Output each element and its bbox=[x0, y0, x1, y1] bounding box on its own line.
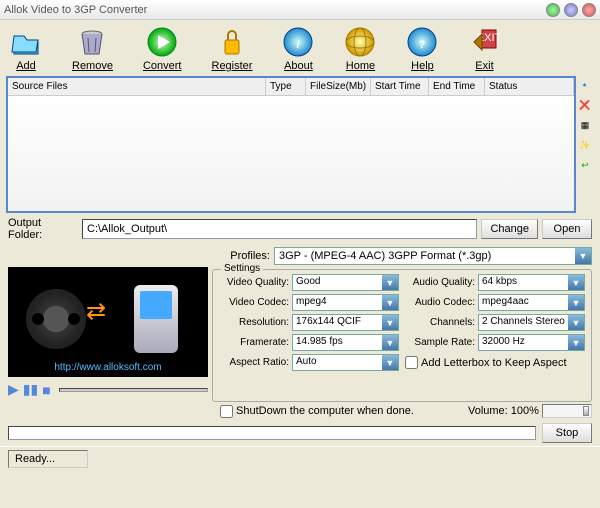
exit-button[interactable]: EXIT Exit bbox=[468, 26, 500, 72]
film-reel-icon bbox=[26, 289, 86, 349]
preview-panel: ⇄ http://www.alloksoft.com ▶ ▮▮ ■ bbox=[8, 267, 208, 402]
profiles-label: Profiles: bbox=[220, 250, 270, 262]
status-bar: Ready... bbox=[0, 446, 600, 471]
window-controls bbox=[546, 3, 596, 17]
chevron-down-icon: ▼ bbox=[382, 335, 398, 350]
pause-btn[interactable]: ▮▮ bbox=[23, 381, 38, 398]
convert-button[interactable]: Convert bbox=[143, 26, 182, 72]
svg-text:?: ? bbox=[419, 39, 426, 51]
shutdown-checkbox[interactable] bbox=[220, 405, 233, 418]
play-btn[interactable]: ▶ bbox=[8, 381, 19, 398]
col-end[interactable]: End Time bbox=[429, 78, 485, 95]
main-toolbar: Add Remove Convert Register i About Home… bbox=[0, 20, 600, 74]
aspect-combo[interactable]: Auto▼ bbox=[292, 354, 399, 371]
stop-btn[interactable]: ■ bbox=[42, 382, 50, 398]
add-button[interactable]: Add bbox=[10, 26, 42, 72]
chevron-down-icon: ▼ bbox=[568, 295, 584, 310]
open-button[interactable]: Open bbox=[542, 219, 592, 239]
file-list[interactable]: Source Files Type FileSize(Mb) Start Tim… bbox=[6, 76, 576, 213]
minimize-button[interactable] bbox=[546, 3, 560, 17]
side-btn-1[interactable]: 🔹 bbox=[578, 80, 592, 94]
status-text: Ready... bbox=[8, 450, 88, 468]
chevron-down-icon: ▼ bbox=[568, 315, 584, 330]
col-status[interactable]: Status bbox=[485, 78, 574, 95]
col-size[interactable]: FileSize(Mb) bbox=[306, 78, 371, 95]
output-folder-input[interactable] bbox=[82, 219, 477, 239]
titlebar: Allok Video to 3GP Converter bbox=[0, 0, 600, 20]
play-icon bbox=[146, 26, 178, 58]
lock-icon bbox=[216, 26, 248, 58]
bottom-options: ShutDown the computer when done. Volume:… bbox=[0, 402, 600, 420]
chevron-down-icon: ▼ bbox=[382, 275, 398, 290]
video-codec-combo[interactable]: mpeg4▼ bbox=[292, 294, 399, 311]
close-button[interactable] bbox=[582, 3, 596, 17]
folder-add-icon bbox=[10, 26, 42, 58]
remove-button[interactable]: Remove bbox=[72, 26, 113, 72]
exit-icon: EXIT bbox=[468, 26, 500, 58]
output-folder-row: Output Folder: Change Open bbox=[0, 213, 600, 245]
side-toolbar: 🔹 ❌ ▦ ✨ ↩ bbox=[578, 76, 594, 213]
progress-bar bbox=[8, 426, 536, 440]
trash-icon bbox=[76, 26, 108, 58]
globe-icon bbox=[344, 26, 376, 58]
convert-arrows-icon: ⇄ bbox=[86, 297, 106, 326]
file-list-body[interactable] bbox=[8, 96, 574, 211]
chevron-down-icon: ▼ bbox=[382, 315, 398, 330]
volume-slider[interactable] bbox=[542, 404, 592, 418]
sample-rate-combo[interactable]: 32000 Hz▼ bbox=[478, 334, 585, 351]
audio-codec-combo[interactable]: mpeg4aac▼ bbox=[478, 294, 585, 311]
register-button[interactable]: Register bbox=[212, 26, 253, 72]
col-type[interactable]: Type bbox=[266, 78, 306, 95]
video-quality-combo[interactable]: Good▼ bbox=[292, 274, 399, 291]
side-btn-5[interactable]: ↩ bbox=[578, 160, 592, 174]
framerate-combo[interactable]: 14.985 fps▼ bbox=[292, 334, 399, 351]
help-button[interactable]: ? Help bbox=[406, 26, 438, 72]
output-folder-label: Output Folder: bbox=[8, 217, 78, 241]
change-button[interactable]: Change bbox=[481, 219, 538, 239]
preview-url: http://www.alloksoft.com bbox=[8, 362, 208, 373]
chevron-down-icon: ▼ bbox=[575, 248, 591, 264]
window-title: Allok Video to 3GP Converter bbox=[4, 4, 546, 16]
playback-controls: ▶ ▮▮ ■ bbox=[8, 377, 208, 402]
progress-row: Stop bbox=[0, 420, 600, 446]
profiles-row: Profiles: 3GP - (MPEG-4 AAC) 3GPP Format… bbox=[0, 245, 600, 267]
letterbox-checkbox[interactable] bbox=[405, 356, 418, 369]
col-start[interactable]: Start Time bbox=[371, 78, 429, 95]
chevron-down-icon: ▼ bbox=[382, 295, 398, 310]
seek-slider[interactable] bbox=[59, 388, 208, 392]
chevron-down-icon: ▼ bbox=[382, 355, 398, 370]
settings-title: Settings bbox=[221, 263, 263, 274]
side-btn-4[interactable]: ✨ bbox=[578, 140, 592, 154]
chevron-down-icon: ▼ bbox=[568, 335, 584, 350]
help-icon: ? bbox=[406, 26, 438, 58]
about-button[interactable]: i About bbox=[282, 26, 314, 72]
settings-panel: Settings Video Quality: Good▼ Audio Qual… bbox=[212, 269, 592, 402]
maximize-button[interactable] bbox=[564, 3, 578, 17]
info-icon: i bbox=[282, 26, 314, 58]
home-button[interactable]: Home bbox=[344, 26, 376, 72]
audio-quality-combo[interactable]: 64 kbps▼ bbox=[478, 274, 585, 291]
phone-icon bbox=[134, 285, 178, 353]
chevron-down-icon: ▼ bbox=[568, 275, 584, 290]
channels-combo[interactable]: 2 Channels Stereo▼ bbox=[478, 314, 585, 331]
profiles-combo[interactable]: 3GP - (MPEG-4 AAC) 3GPP Format (*.3gp) ▼ bbox=[274, 247, 592, 265]
file-list-header: Source Files Type FileSize(Mb) Start Tim… bbox=[8, 78, 574, 96]
preview-image: ⇄ http://www.alloksoft.com bbox=[8, 267, 208, 377]
side-btn-3[interactable]: ▦ bbox=[578, 120, 592, 134]
side-btn-2[interactable]: ❌ bbox=[578, 100, 592, 114]
col-source[interactable]: Source Files bbox=[8, 78, 266, 95]
stop-button[interactable]: Stop bbox=[542, 423, 592, 443]
resolution-combo[interactable]: 176x144 QCIF▼ bbox=[292, 314, 399, 331]
